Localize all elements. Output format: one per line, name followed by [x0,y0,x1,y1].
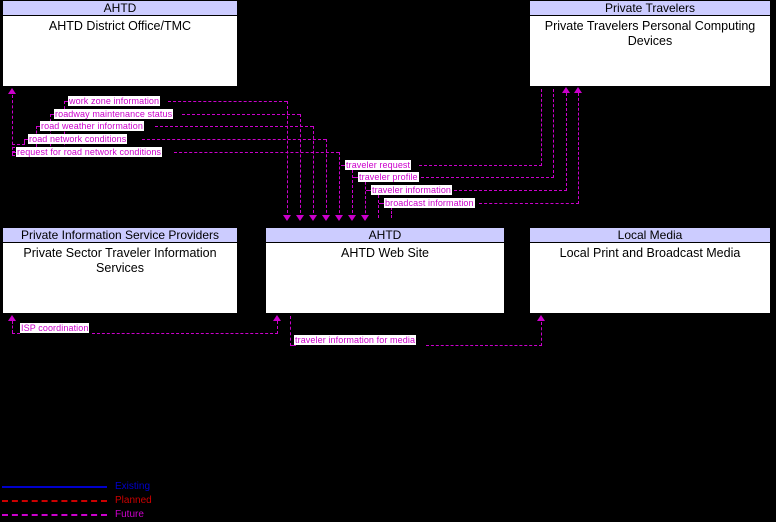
connector-segment [12,321,13,333]
entity-box-local-media[interactable]: Local Media Local Print and Broadcast Me… [529,227,771,314]
entity-box-ahtd-web-site[interactable]: AHTD AHTD Web Site [265,227,505,314]
connector-segment [12,333,20,334]
legend-swatch-existing [2,486,107,488]
connector-arrowhead-to-ahtd-web-site [296,215,304,221]
connector-segment [168,101,287,102]
connector-segment [12,95,13,155]
flow-label-traveler-information-for-media: traveler information for media [294,335,417,345]
connector-segment [300,114,301,218]
connector-segment [566,93,567,191]
connector-arrowhead-to-ahtd-web-site [309,215,317,221]
legend-swatch-planned [2,500,107,502]
legend-swatch-future [2,514,107,516]
flow-label-broadcast-information: broadcast information [384,198,475,208]
connector-segment [290,316,291,346]
legend-label-existing: Existing [115,481,151,492]
connector-segment [365,177,366,218]
connector-segment [174,152,339,153]
connector-segment [92,333,278,334]
connector-segment [426,345,542,346]
connector-segment [339,152,340,218]
connector-segment [290,345,296,346]
entity-stakeholder-ahtd-district-office: AHTD [3,1,237,16]
connector-segment [421,177,554,178]
connector-segment [553,89,554,178]
flow-label-roadway-maintenance-status: roadway maintenance status [54,109,174,119]
connector-arrowhead-to-private-isp [8,315,16,321]
flow-label-road-network-conditions: road network conditions [28,134,128,144]
connector-segment [142,139,326,140]
connector-arrowhead-to-private-travelers [574,87,582,93]
connector-arrowhead-to-ahtd-district-office [8,88,16,94]
flow-label-traveler-request: traveler request [345,160,412,170]
entity-stakeholder-private-isp: Private Information Service Providers [3,228,237,243]
connector-arrowhead-to-private-travelers [562,87,570,93]
connector-segment [419,165,542,166]
connector-arrowhead-to-ahtd-web-site [348,215,356,221]
connector-segment [352,165,353,218]
flow-label-request-for-road-network-conditions: request for road network conditions [16,147,163,157]
flow-label-road-weather-information: road weather information [40,121,144,131]
connector-segment [479,203,579,204]
connector-segment [578,93,579,204]
connector-segment [444,190,567,191]
flow-label-traveler-profile: traveler profile [358,172,419,182]
entity-name-private-travelers: Private Travelers Personal Computing Dev… [544,19,756,48]
flow-label-work-zone-information: work zone information [68,96,161,106]
flow-label-traveler-information: traveler information [371,185,453,195]
connector-segment [277,321,278,334]
entity-stakeholder-private-travelers: Private Travelers [530,1,770,16]
legend-item-existing: Existing [0,480,200,494]
entity-stakeholder-ahtd-web-site: AHTD [266,228,504,243]
connector-segment [287,101,288,218]
entity-name-ahtd-district-office: AHTD District Office/TMC [48,19,192,33]
connector-segment [12,144,25,145]
entity-name-local-media: Local Print and Broadcast Media [559,246,741,260]
legend-label-planned: Planned [115,495,152,506]
legend-label-future: Future [115,509,144,520]
entity-name-ahtd-web-site: AHTD Web Site [341,246,429,260]
connector-segment [541,89,542,166]
entity-box-private-travelers[interactable]: Private Travelers Private Travelers Pers… [529,0,771,87]
entity-stakeholder-local-media: Local Media [530,228,770,243]
legend-item-planned: Planned [0,494,200,508]
connector-arrowhead-to-ahtd-web-site [361,215,369,221]
connector-segment [326,139,327,218]
flow-label-isp-coordination: ISP coordination [20,323,90,333]
legend: Existing Planned Future [0,475,200,520]
connector-arrowhead-to-ahtd-web-site [283,215,291,221]
connector-segment [182,114,300,115]
connector-segment [50,114,51,151]
connector-arrowhead-to-local-media [537,315,545,321]
connector-segment [155,126,313,127]
entity-box-private-isp[interactable]: Private Information Service Providers Pr… [2,227,238,314]
connector-segment [541,322,542,346]
connector-arrowhead-to-ahtd-web-site [335,215,343,221]
connector-arrowhead-to-ahtd-web-site [273,315,281,321]
diagram-canvas: AHTD AHTD District Office/TMC Private Tr… [0,0,776,520]
entity-name-private-isp: Private Sector Traveler Information Serv… [23,246,217,275]
connector-arrowhead-to-ahtd-web-site [322,215,330,221]
entity-box-ahtd-district-office[interactable]: AHTD AHTD District Office/TMC [2,0,238,87]
